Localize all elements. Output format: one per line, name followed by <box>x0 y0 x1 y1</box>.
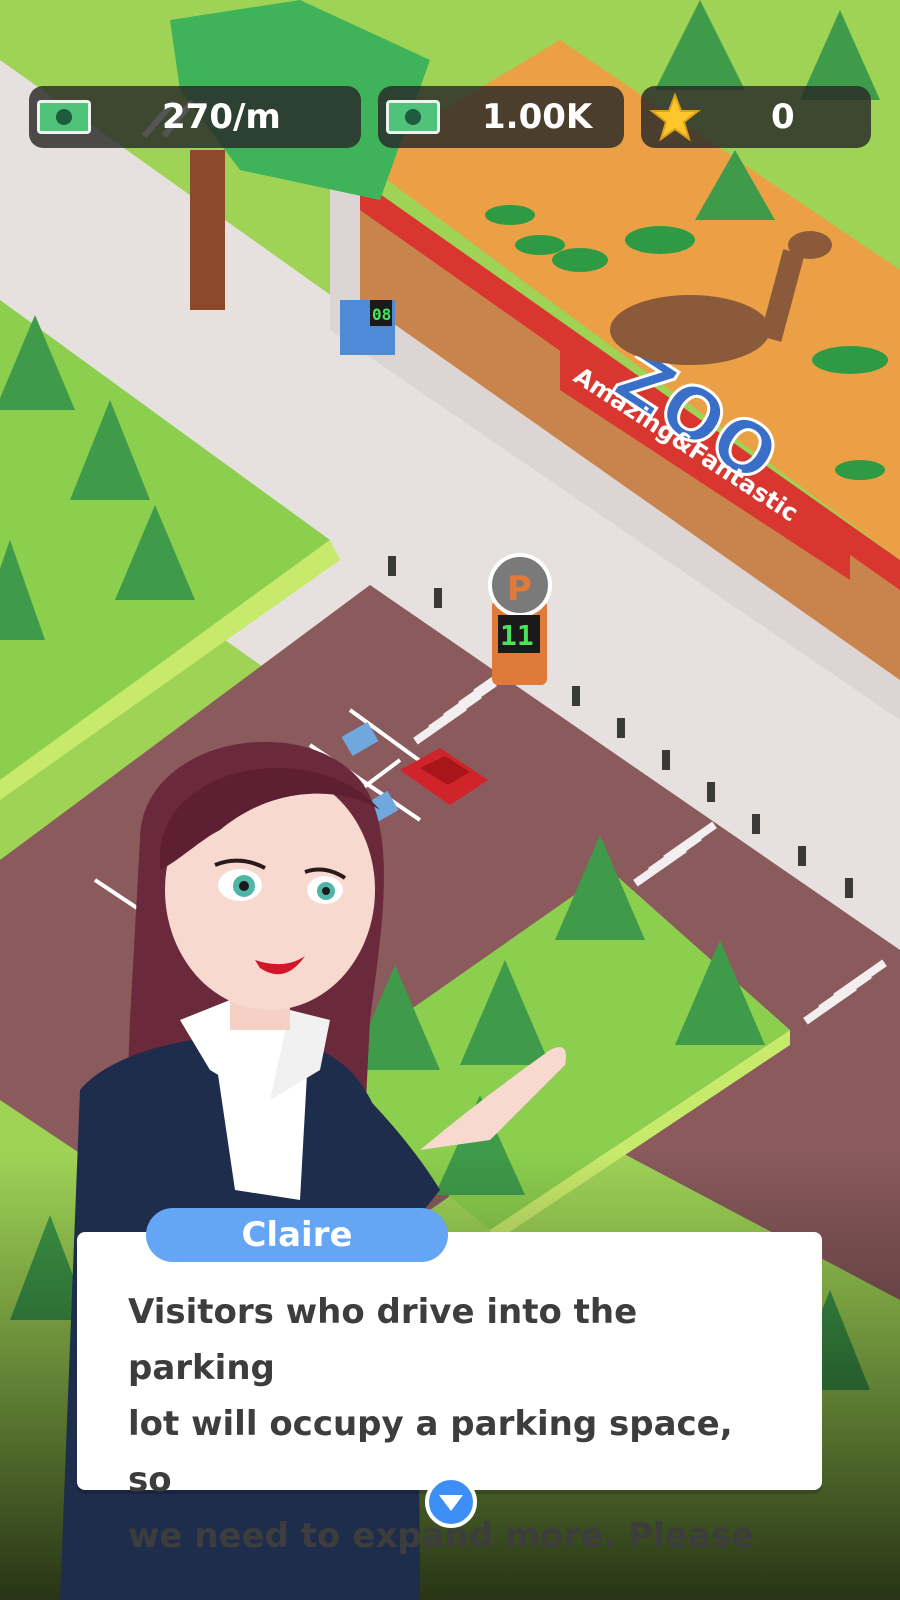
income-rate-panel: 270/m <box>29 86 361 148</box>
stars-value: 0 <box>771 97 795 137</box>
parking-sign-letter: P <box>507 569 532 609</box>
income-rate-value: 270/m <box>162 97 281 137</box>
dialog-next-button[interactable] <box>425 1476 477 1528</box>
parking-counter: 11 <box>500 619 534 652</box>
dialog-box[interactable]: Visitors who drive into the parking lot … <box>77 1232 822 1556</box>
stars-panel: 0 <box>641 86 871 148</box>
cash-icon <box>37 100 91 134</box>
speaker-name-tag: Claire <box>146 1208 448 1262</box>
money-value: 1.00K <box>482 97 593 137</box>
cash-icon <box>386 100 440 134</box>
speaker-name: Claire <box>241 1215 353 1255</box>
gate-counter: 08 <box>372 305 391 324</box>
money-panel: 1.00K <box>378 86 624 148</box>
star-icon <box>649 92 701 142</box>
